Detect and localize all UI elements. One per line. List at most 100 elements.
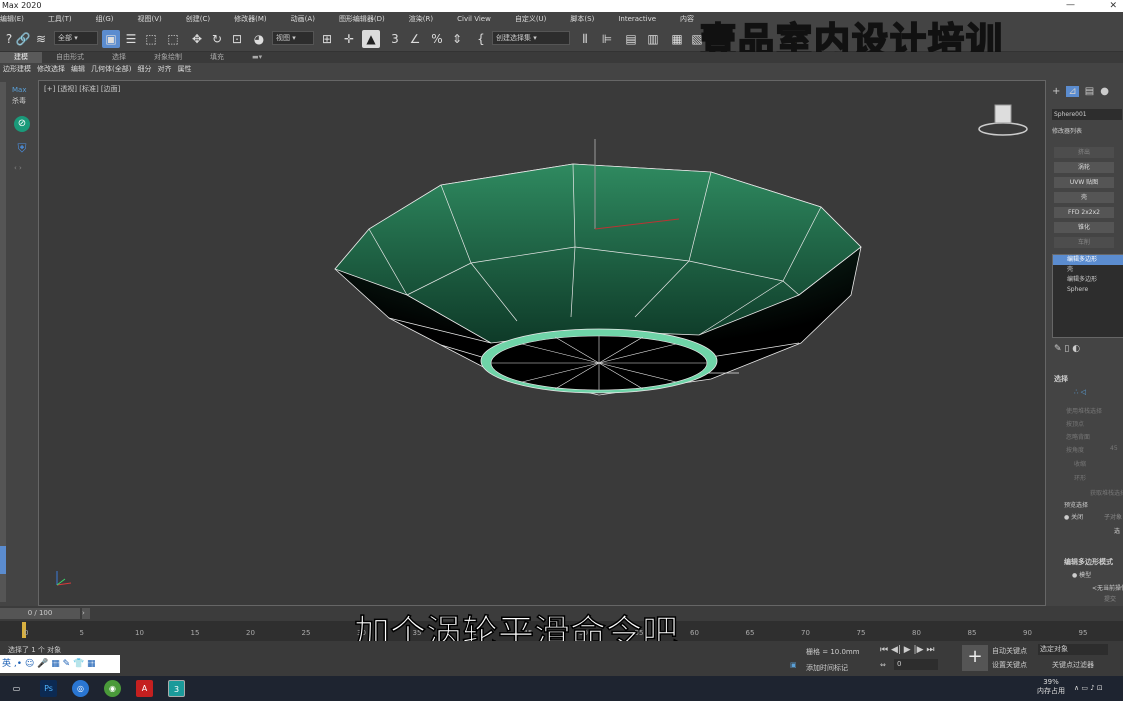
- hierarchy-tab-icon[interactable]: ▤: [1085, 86, 1094, 97]
- key-mode-icon[interactable]: ⇔: [880, 661, 886, 669]
- ribbon-tab-selection[interactable]: 选择: [98, 52, 140, 63]
- rotate-icon[interactable]: ↻: [208, 30, 226, 48]
- opt-by-vertex[interactable]: 按顶点: [1066, 419, 1084, 428]
- stack-item-shell[interactable]: 壳: [1053, 265, 1123, 275]
- subribbon-poly-modeling[interactable]: 边形建模: [0, 63, 34, 76]
- perspective-viewport[interactable]: [38, 80, 1046, 606]
- subribbon-subdivision[interactable]: 细分: [134, 63, 154, 76]
- modifier-button-shell[interactable]: 壳: [1054, 192, 1114, 203]
- menu-modifiers[interactable]: 修改器(M): [222, 12, 279, 26]
- subribbon-properties[interactable]: 属性: [174, 63, 194, 76]
- commit-button[interactable]: 提交: [1104, 594, 1116, 603]
- subribbon-geometry-all[interactable]: 几何体(全部): [88, 63, 134, 76]
- create-tab-icon[interactable]: +: [1052, 86, 1060, 97]
- collapse-arrows-icon[interactable]: ‹ ›: [14, 164, 22, 172]
- desktop-icon[interactable]: ▭: [8, 680, 25, 697]
- menu-scripting[interactable]: 脚本(S): [558, 12, 606, 26]
- mirror-icon[interactable]: ⫴: [576, 30, 594, 48]
- subribbon-align[interactable]: 对齐: [154, 63, 174, 76]
- motion-tab-icon[interactable]: ●: [1100, 86, 1109, 97]
- subribbon-modify-selection[interactable]: 修改选择: [34, 63, 68, 76]
- model-radio[interactable]: ● 模型: [1072, 570, 1091, 579]
- scene-explorer-icon[interactable]: ▤: [622, 30, 640, 48]
- opt-get-stack[interactable]: 获取堆栈选择: [1090, 488, 1123, 497]
- angle-snap-icon[interactable]: ∠: [406, 30, 424, 48]
- menu-rendering[interactable]: 渲染(R): [397, 12, 445, 26]
- set-key-big-button[interactable]: +: [962, 645, 988, 671]
- subribbon-edit[interactable]: 编辑: [68, 63, 88, 76]
- tray-icons[interactable]: ∧ ▭ ♪ ⊡: [1074, 684, 1103, 692]
- modifier-button-turbosmooth[interactable]: 涡轮: [1054, 162, 1114, 173]
- modifier-button-extrude[interactable]: 挤出: [1054, 147, 1114, 158]
- edit-named-sets-icon[interactable]: {: [472, 30, 490, 48]
- object-name-field[interactable]: Sphere001: [1052, 109, 1122, 120]
- auto-key-button[interactable]: 自动关键点: [992, 646, 1027, 656]
- playback-controls[interactable]: ⏮ ◀| ▶ |▶ ⏭: [880, 645, 934, 655]
- menu-create[interactable]: 创建(C): [174, 12, 222, 26]
- subobject-level-icons[interactable]: ∴ ◁: [1074, 388, 1086, 396]
- modifier-button-ffd[interactable]: FFD 2x2x2: [1054, 207, 1114, 218]
- spinner-snap-icon[interactable]: ⇕: [448, 30, 466, 48]
- selection-rollout-title[interactable]: 选择: [1054, 374, 1068, 384]
- modifier-button-lathe[interactable]: 车削: [1054, 237, 1114, 248]
- menu-interactive[interactable]: Interactive: [606, 12, 668, 26]
- browser-icon[interactable]: ◎: [72, 680, 89, 697]
- opt-ring[interactable]: 环形: [1074, 473, 1086, 482]
- layer-explorer-icon[interactable]: ▥: [644, 30, 662, 48]
- key-filters-button[interactable]: 关键点过滤器: [1052, 660, 1094, 670]
- toggle-ribbon-icon[interactable]: ▦: [668, 30, 686, 48]
- selection-filter-dropdown[interactable]: 全部 ▾: [54, 31, 98, 45]
- stack-tools-icons[interactable]: ✎ ▯ ◐: [1054, 344, 1080, 354]
- close-icon[interactable]: ✕: [1109, 0, 1117, 12]
- preview-subobject-radio[interactable]: 子对象: [1104, 512, 1122, 521]
- reference-coord-dropdown[interactable]: 视图 ▾: [272, 31, 314, 45]
- time-next-icon[interactable]: ›: [82, 608, 90, 619]
- photoshop-icon[interactable]: Ps: [40, 680, 57, 697]
- ribbon-tab-freeform[interactable]: 自由形式: [42, 52, 98, 63]
- angle-value[interactable]: 45: [1110, 445, 1118, 452]
- time-tag-icon[interactable]: ▣: [790, 661, 797, 669]
- ime-toolbar[interactable]: 英 ,• ☺ 🎤 ▦ ✎ 👕 ▦: [0, 655, 120, 673]
- menu-civil-view[interactable]: Civil View: [445, 12, 503, 26]
- modifier-list-dropdown[interactable]: 修改器列表: [1052, 126, 1082, 135]
- stack-item-edit-poly[interactable]: 编辑多边形: [1053, 275, 1123, 285]
- stack-item-sphere[interactable]: Sphere: [1053, 285, 1123, 295]
- opt-by-angle[interactable]: 按角度: [1066, 445, 1084, 454]
- select-object-icon[interactable]: ▣: [102, 30, 120, 48]
- app-green-icon[interactable]: ◉: [104, 680, 121, 697]
- menu-edit[interactable]: 编辑(E): [0, 12, 36, 26]
- ribbon-tab-populate[interactable]: 填充: [196, 52, 238, 63]
- scale-icon[interactable]: ⊡: [228, 30, 246, 48]
- menu-graph-editors[interactable]: 图形编辑器(D): [327, 12, 397, 26]
- percent-snap-icon[interactable]: %: [428, 30, 446, 48]
- antivirus-icon[interactable]: ⊘: [14, 116, 30, 132]
- menu-group[interactable]: 组(G): [84, 12, 126, 26]
- move-icon[interactable]: ✥: [188, 30, 206, 48]
- select-by-name-icon[interactable]: ☰: [122, 30, 140, 48]
- window-crossing-icon[interactable]: ⬚: [164, 30, 182, 48]
- select-place-icon[interactable]: ◕: [250, 30, 268, 48]
- 3dsmax-icon[interactable]: 3: [168, 680, 185, 697]
- opt-shrink[interactable]: 收缩: [1074, 459, 1086, 468]
- align-icon[interactable]: ⊫: [598, 30, 616, 48]
- key-selection-dropdown[interactable]: 选定对象: [1038, 644, 1108, 655]
- pivot-center-icon[interactable]: ⊞: [318, 30, 336, 48]
- modifier-button-uvw-map[interactable]: UVW 贴图: [1054, 177, 1114, 188]
- menu-animation[interactable]: 动画(A): [279, 12, 327, 26]
- keyboard-shortcut-icon[interactable]: ▲: [362, 30, 380, 48]
- modifier-button-taper[interactable]: 锥化: [1054, 222, 1114, 233]
- autocad-icon[interactable]: A: [136, 680, 153, 697]
- select-manipulate-icon[interactable]: ✛: [340, 30, 358, 48]
- add-time-tag[interactable]: 添加时间标记: [806, 663, 848, 673]
- snaps-toggle-icon[interactable]: 3: [386, 30, 404, 48]
- time-slider-frame[interactable]: 0 / 100: [0, 608, 80, 619]
- viewport-label[interactable]: [+] [透视] [标准] [边面]: [44, 84, 120, 94]
- opt-use-stack[interactable]: 使用堆栈选择: [1066, 406, 1102, 415]
- menu-tools[interactable]: 工具(T): [36, 12, 84, 26]
- ribbon-tab-object-paint[interactable]: 对象绘制: [140, 52, 196, 63]
- bind-space-warp-icon[interactable]: ≋: [32, 30, 50, 48]
- opt-ignore-backface[interactable]: 忽略背面: [1066, 432, 1090, 441]
- modify-tab-icon[interactable]: ⊿: [1066, 86, 1079, 97]
- link-icon[interactable]: 🔗: [14, 30, 32, 48]
- menu-view[interactable]: 视图(V): [126, 12, 174, 26]
